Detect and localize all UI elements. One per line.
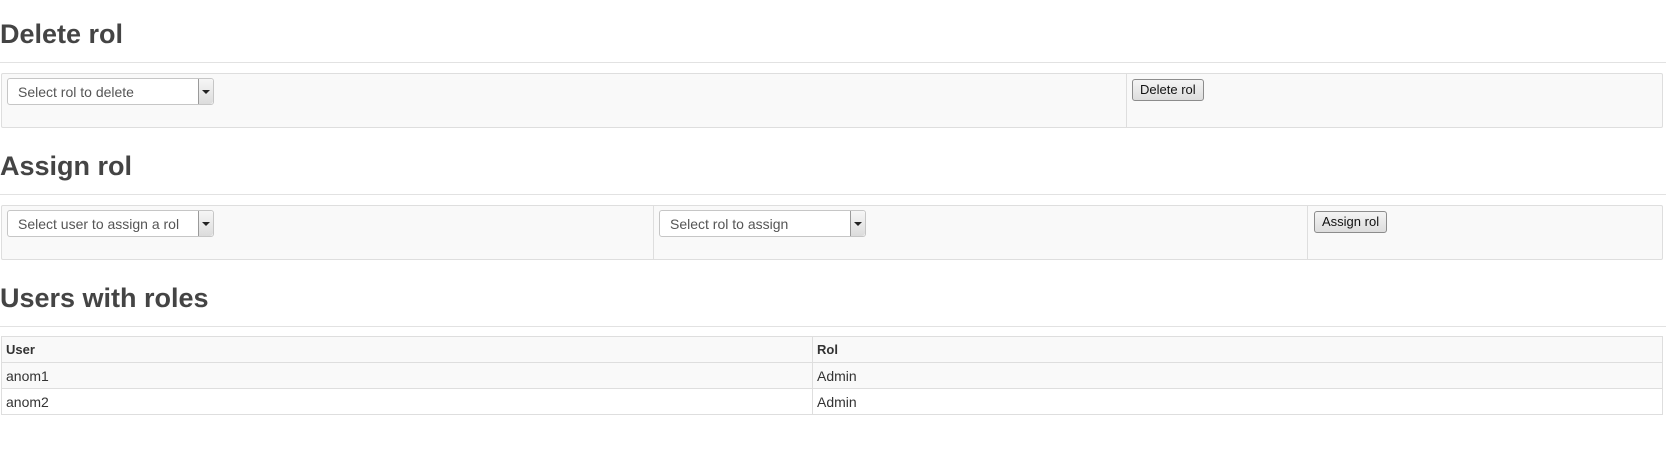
rol-to-assign-select-text: Select rol to assign	[670, 216, 789, 232]
rol-to-delete-select[interactable]: Select rol to delete	[7, 78, 214, 105]
user-cell: anom1	[1, 362, 813, 389]
delete-rol-panel: Select rol to delete Delete rol	[1, 73, 1663, 128]
assign-rol-divider	[0, 194, 1666, 195]
assign-rol-cell-divider-1	[653, 206, 654, 259]
users-with-roles-title: Users with roles	[0, 283, 209, 313]
users-with-roles-table: User Rol anom1 Admin anom2 Admin	[1, 336, 1663, 415]
chevron-down-icon[interactable]	[850, 211, 865, 236]
column-header-user: User	[1, 336, 813, 363]
delete-rol-title: Delete rol	[0, 19, 124, 49]
page: Delete rol Select rol to delete Delete r…	[0, 0, 1666, 461]
chevron-down-icon[interactable]	[198, 211, 213, 236]
assign-rol-cell-divider-2	[1307, 206, 1308, 259]
rol-cell: Admin	[812, 388, 1663, 415]
user-to-assign-select[interactable]: Select user to assign a rol	[7, 210, 214, 237]
column-header-rol: Rol	[812, 336, 1663, 363]
assign-rol-title: Assign rol	[0, 151, 133, 181]
delete-rol-divider	[0, 62, 1666, 63]
user-to-assign-select-text: Select user to assign a rol	[18, 216, 180, 232]
users-with-roles-divider	[0, 326, 1666, 327]
chevron-down-icon[interactable]	[198, 79, 213, 104]
table-row: anom2 Admin	[1, 388, 1663, 415]
table-header-row: User Rol	[1, 336, 1663, 363]
assign-rol-button[interactable]: Assign rol	[1314, 211, 1388, 233]
rol-to-delete-select-text: Select rol to delete	[18, 84, 134, 100]
rol-cell: Admin	[812, 362, 1663, 389]
assign-rol-panel: Select user to assign a rol Select rol t…	[1, 205, 1663, 260]
user-cell: anom2	[1, 388, 813, 415]
table-row: anom1 Admin	[1, 362, 1663, 389]
rol-to-assign-select[interactable]: Select rol to assign	[659, 210, 866, 237]
delete-rol-button[interactable]: Delete rol	[1132, 79, 1204, 101]
delete-rol-cell-divider	[1126, 74, 1127, 127]
